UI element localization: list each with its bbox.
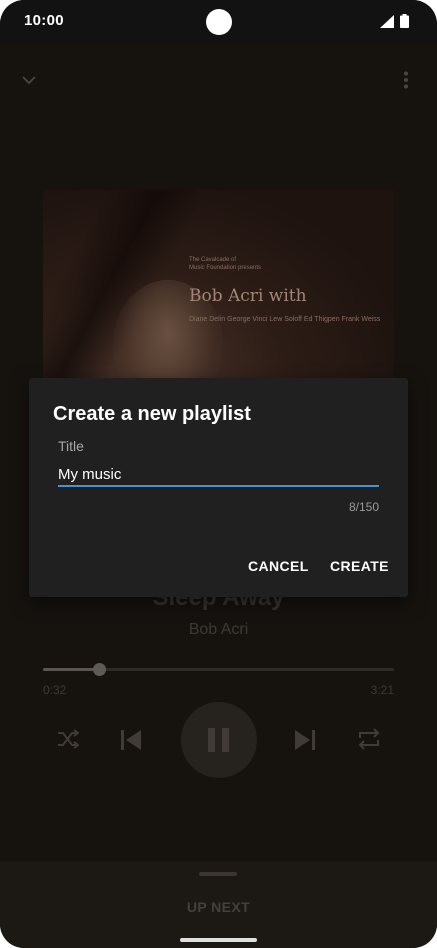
battery-icon	[400, 14, 409, 28]
skip-previous-icon[interactable]	[121, 730, 141, 750]
cancel-button[interactable]: CANCEL	[248, 558, 309, 574]
album-art-title: Bob Acri with	[189, 286, 307, 306]
seek-bar-thumb[interactable]	[93, 663, 106, 676]
up-next-handle[interactable]	[199, 872, 237, 876]
camera-cutout	[206, 9, 232, 35]
album-art-small-line-1: The Cavalcade of	[189, 257, 237, 263]
track-artist: Bob Acri	[188, 621, 249, 638]
shuffle-icon[interactable]	[57, 729, 79, 749]
album-art-small-line-2: Music Foundation presents	[189, 265, 262, 271]
chevron-down-icon[interactable]	[21, 72, 37, 88]
create-playlist-dialog: Create a new playlist Title 8/150 CANCEL…	[29, 378, 408, 597]
time-total: 3:21	[370, 683, 394, 697]
signal-icon	[380, 14, 394, 28]
album-art-names: Diane Delin George Vinci Lew Soloff Ed T…	[189, 316, 381, 323]
status-time: 10:00	[24, 12, 64, 29]
up-next-sheet[interactable]: UP NEXT	[0, 862, 437, 948]
pause-icon	[208, 728, 229, 752]
dialog-title: Create a new playlist	[53, 403, 251, 425]
home-indicator[interactable]	[180, 938, 257, 942]
char-counter: 8/150	[348, 500, 379, 514]
phone-screen: 10:00 The Cavalcade of Music Foundation …	[0, 0, 437, 948]
time-elapsed: 0:32	[43, 683, 67, 697]
repeat-icon[interactable]	[357, 728, 381, 750]
up-next-label: UP NEXT	[186, 899, 251, 915]
more-vert-icon[interactable]	[403, 71, 409, 89]
title-field-label: Title	[58, 438, 84, 454]
skip-next-icon[interactable]	[295, 730, 315, 750]
play-pause-button[interactable]	[181, 702, 257, 778]
title-field-underline	[58, 485, 379, 487]
status-icons	[380, 14, 409, 28]
create-button[interactable]: CREATE	[330, 558, 389, 574]
playlist-title-input[interactable]	[58, 462, 379, 486]
seek-bar-fill	[43, 668, 99, 671]
status-bar: 10:00	[0, 0, 437, 44]
